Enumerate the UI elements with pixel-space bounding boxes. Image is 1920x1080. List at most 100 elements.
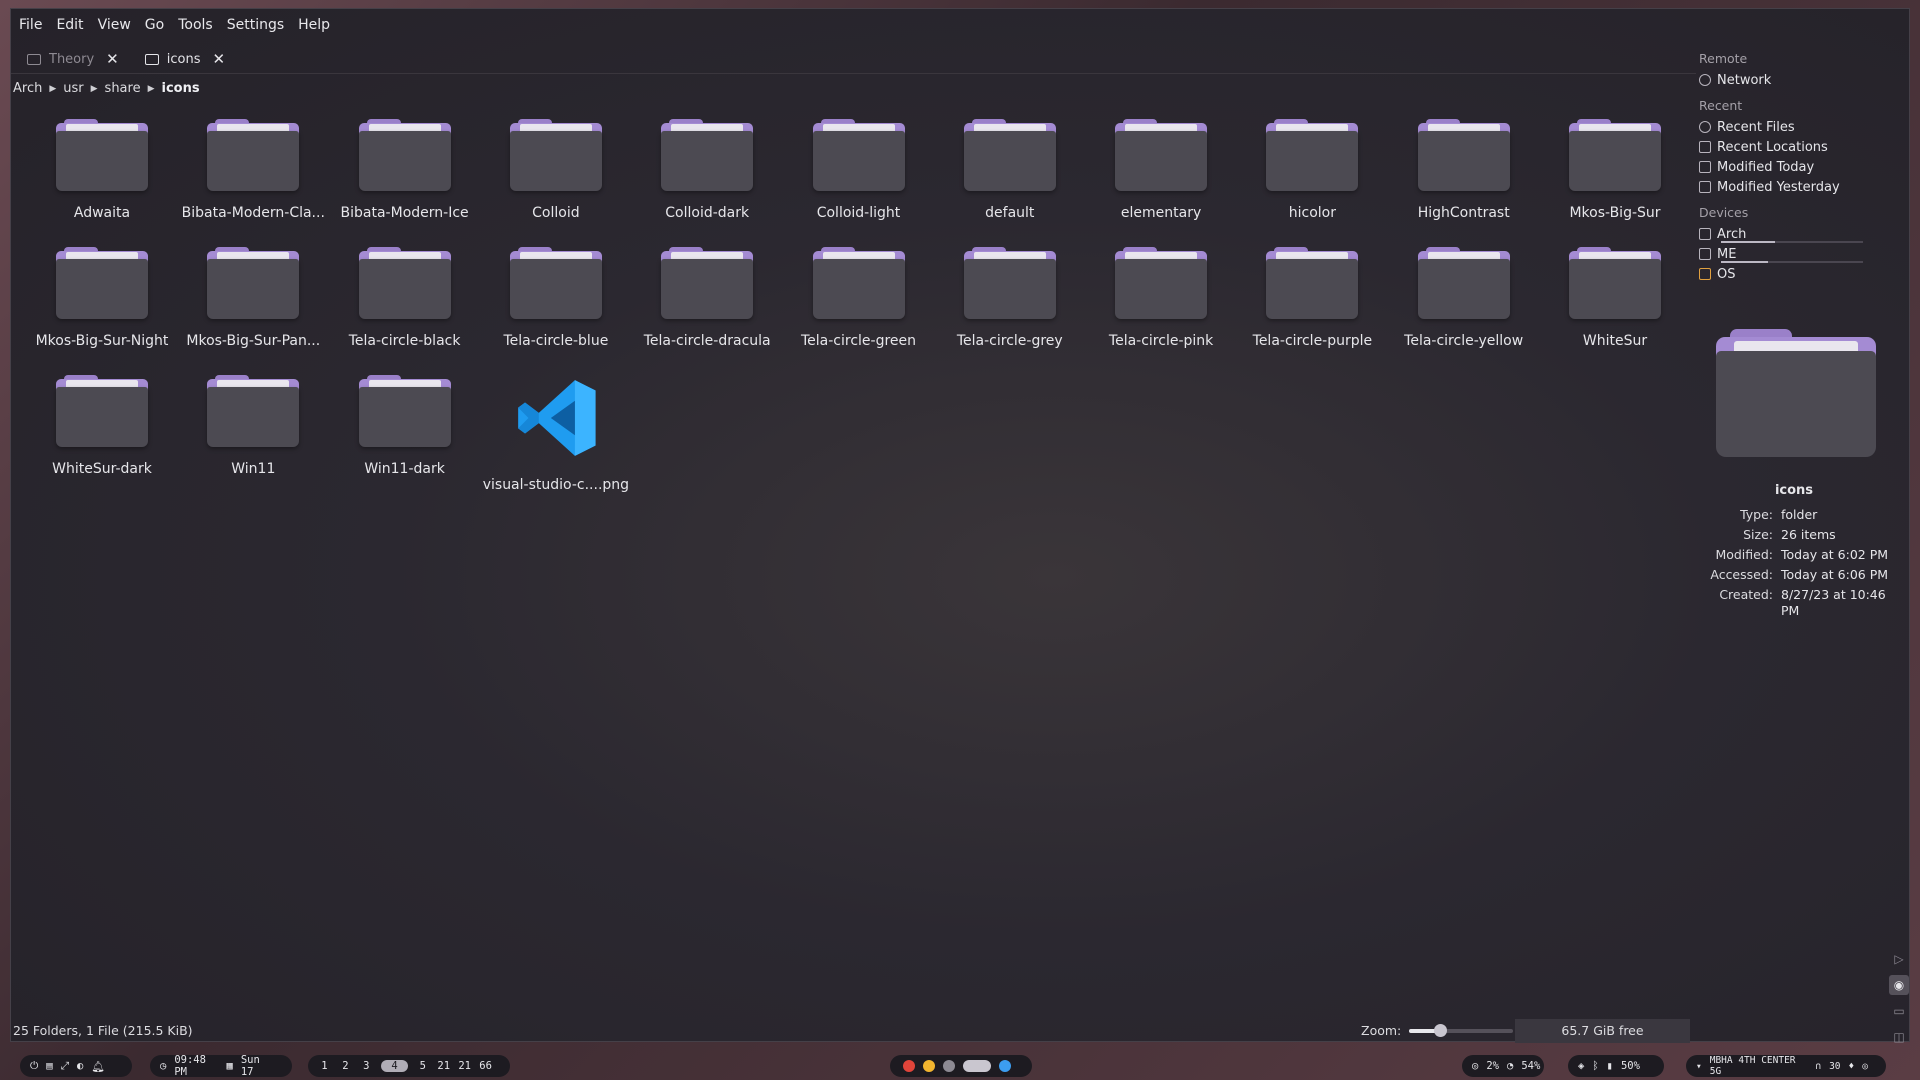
workspace-2[interactable]: 2	[339, 1060, 352, 1072]
folder-item[interactable]: Tela-circle-yellow	[1390, 247, 1538, 349]
folder-item[interactable]: default	[936, 119, 1084, 221]
sidebar-item-recent-files[interactable]: Recent Files	[1699, 117, 1904, 137]
folder-item[interactable]: Tela-circle-black	[331, 247, 479, 349]
folder-icon	[963, 247, 1056, 319]
workspace-3[interactable]: 3	[360, 1060, 373, 1072]
info-key: Type:	[1740, 507, 1773, 522]
workspace-4[interactable]: 4	[380, 1060, 409, 1072]
folder-item[interactable]: Tela-circle-green	[785, 247, 933, 349]
info-modified: Today at 6:02 PM	[1781, 547, 1889, 562]
folder-item[interactable]: Win11	[179, 375, 327, 477]
folder-icon	[358, 247, 451, 319]
eye-icon[interactable]: ◎	[1862, 1061, 1868, 1072]
pane-toggle-strip: ▷ ◉ ▭ ◫	[1889, 949, 1913, 1053]
vscode-icon[interactable]	[999, 1060, 1011, 1072]
sidebar-item-me[interactable]: ME	[1699, 244, 1904, 264]
menu-file[interactable]: File	[19, 17, 42, 33]
chrome-icon[interactable]	[923, 1060, 935, 1072]
folder-icon	[358, 375, 451, 447]
folder-item[interactable]: Mkos-Big-Sur-Pan...	[179, 247, 327, 349]
menu-help[interactable]: Help	[298, 17, 330, 33]
folder-icon[interactable]: ▭	[1889, 1001, 1909, 1021]
crumb-usr[interactable]: usr	[63, 81, 83, 96]
files-icon[interactable]: ▤	[46, 1060, 52, 1072]
crumb-icons[interactable]: icons	[162, 81, 200, 96]
sidebar-item-arch[interactable]: Arch	[1699, 224, 1904, 244]
folder-item[interactable]: Adwaita	[28, 119, 176, 221]
file-manager-icon[interactable]	[963, 1060, 991, 1072]
folder-item[interactable]: hicolor	[1238, 119, 1386, 221]
menu-settings[interactable]: Settings	[227, 17, 284, 33]
folder-item[interactable]: WhiteSur-dark	[28, 375, 176, 477]
sidebar-item-modified-yesterday[interactable]: Modified Yesterday	[1699, 177, 1904, 197]
calendar-icon	[1699, 181, 1711, 193]
calendar-icon	[1699, 161, 1711, 173]
mic-icon[interactable]: ♦	[1849, 1061, 1855, 1072]
tag-icon[interactable]: ▷	[1889, 949, 1909, 969]
workspace-7[interactable]: 21	[458, 1060, 471, 1072]
item-label: Adwaita	[73, 205, 131, 221]
status-bar: 25 Folders, 1 File (215.5 KiB) Zoom: 65.…	[11, 1019, 1911, 1043]
app-icon[interactable]	[943, 1060, 955, 1072]
file-item[interactable]: visual-studio-c....png	[482, 375, 630, 493]
folder-item[interactable]: Tela-circle-purple	[1238, 247, 1386, 349]
info-key: Accessed:	[1710, 567, 1773, 582]
folder-item[interactable]: Colloid-light	[785, 119, 933, 221]
folder-item[interactable]: Bibata-Modern-Cla...	[179, 119, 327, 221]
wifi-name[interactable]: MBHA 4TH CENTER 5G	[1710, 1055, 1808, 1077]
crumb-share[interactable]: share	[105, 81, 141, 96]
folder-item[interactable]: Mkos-Big-Sur-Night	[28, 247, 176, 349]
close-icon[interactable]: ✕	[212, 50, 225, 68]
folder-item[interactable]: Tela-circle-blue	[482, 247, 630, 349]
sidebar-item-label: Network	[1717, 72, 1772, 88]
workspace-1[interactable]: 1	[318, 1060, 331, 1072]
tab-icons[interactable]: icons ✕	[135, 46, 235, 72]
folder-item[interactable]: WhiteSur	[1541, 247, 1689, 349]
crumb-arch[interactable]: Arch	[13, 81, 42, 96]
folder-item[interactable]: HighContrast	[1390, 119, 1538, 221]
folder-item[interactable]: Tela-circle-pink	[1087, 247, 1235, 349]
menu-edit[interactable]: Edit	[56, 17, 83, 33]
sidebar-item-network[interactable]: Network	[1699, 70, 1904, 90]
workspace-5[interactable]: 5	[416, 1060, 429, 1072]
app-icon[interactable]	[903, 1060, 915, 1072]
power-icon[interactable]: ⏻	[30, 1060, 38, 1073]
calendar-icon: ▦	[226, 1060, 233, 1072]
bell-icon[interactable]: 🔔︎	[91, 1060, 104, 1073]
zoom-slider[interactable]	[1409, 1023, 1514, 1037]
sidebar-item-label: Recent Locations	[1717, 139, 1828, 155]
folder-item[interactable]: Mkos-Big-Sur	[1541, 119, 1689, 221]
section-remote: Remote	[1699, 51, 1748, 66]
folder-item[interactable]: Colloid	[482, 119, 630, 221]
split-view-icon[interactable]: ◫	[1889, 1027, 1909, 1047]
folder-item[interactable]: Colloid-dark	[633, 119, 781, 221]
menu-go[interactable]: Go	[145, 17, 164, 33]
workspace-8[interactable]: 66	[479, 1060, 492, 1072]
folder-item[interactable]: Win11-dark	[331, 375, 479, 477]
menu-view[interactable]: View	[98, 17, 131, 33]
network-icon	[1699, 74, 1711, 86]
folder-icon	[207, 247, 300, 319]
zoom-slider-handle[interactable]	[1434, 1023, 1448, 1037]
palette-icon[interactable]: ◐	[77, 1060, 83, 1072]
folder-icon	[1569, 119, 1661, 191]
sidebar-item-os[interactable]: OS	[1699, 264, 1904, 284]
sidebar-item-label: Modified Today	[1717, 159, 1815, 175]
eye-icon[interactable]: ◉	[1889, 975, 1909, 995]
tab-theory[interactable]: Theory ✕	[17, 46, 129, 72]
wifi-icon[interactable]: ◈	[1578, 1060, 1584, 1072]
workspace-6[interactable]: 21	[437, 1060, 450, 1072]
sidebar-item-recent-locations[interactable]: Recent Locations	[1699, 137, 1904, 157]
folder-item[interactable]: elementary	[1087, 119, 1235, 221]
volume-level[interactable]: 30	[1829, 1061, 1840, 1072]
folder-item[interactable]: Tela-circle-dracula	[633, 247, 781, 349]
menu-tools[interactable]: Tools	[178, 17, 213, 33]
bluetooth-icon[interactable]: ᛒ	[1592, 1060, 1598, 1072]
file-manager-window: File Edit View Go Tools Settings Help Th…	[10, 8, 1911, 1044]
sidebar-item-modified-today[interactable]: Modified Today	[1699, 157, 1904, 177]
folder-item[interactable]: Tela-circle-grey	[936, 247, 1084, 349]
folder-icon	[56, 247, 148, 319]
close-icon[interactable]: ✕	[106, 50, 119, 68]
folder-item[interactable]: Bibata-Modern-Ice	[331, 119, 479, 221]
expand-icon[interactable]: ⤢	[61, 1060, 69, 1073]
